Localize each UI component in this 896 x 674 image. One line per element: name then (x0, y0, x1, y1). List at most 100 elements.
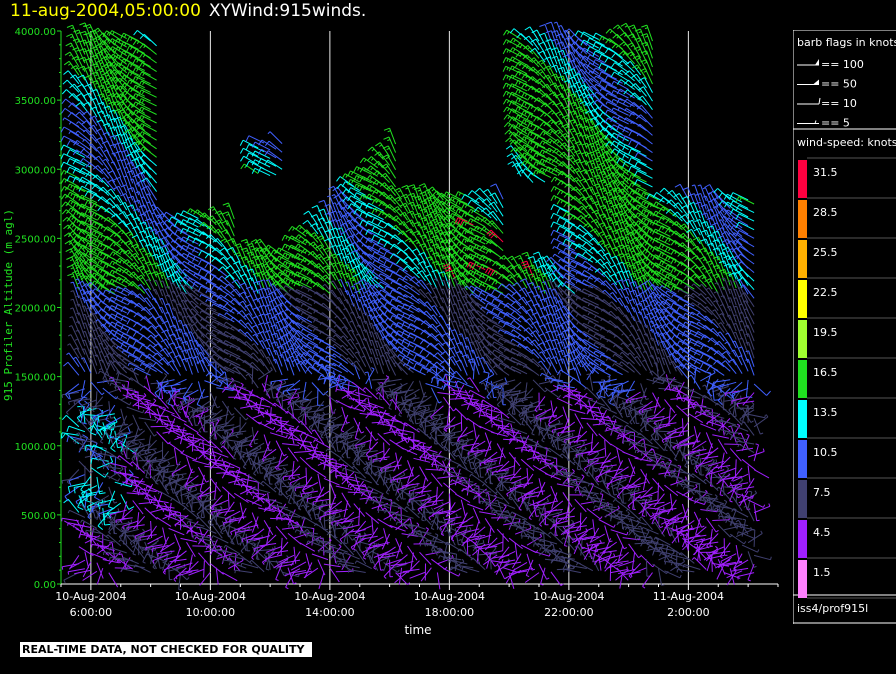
wind-barb (192, 545, 210, 547)
wind-barb (341, 173, 360, 183)
wind-barb (186, 541, 196, 558)
wind-barb (497, 417, 516, 424)
wind-barb (319, 340, 337, 350)
wind-barb (342, 552, 360, 560)
wind-barb (341, 492, 351, 508)
wind-barb (120, 568, 139, 573)
wind-barb (443, 191, 462, 201)
wind-barb (628, 458, 636, 475)
wind-barb (604, 47, 623, 59)
wind-barb (313, 319, 331, 329)
wind-barb (365, 426, 379, 441)
wind-barb (90, 381, 105, 396)
wind-barb (502, 39, 522, 49)
wind-barb (323, 477, 340, 486)
wind-barb (523, 473, 534, 489)
wind-barb (664, 484, 679, 496)
wind-barb (409, 571, 426, 579)
wind-barb (490, 406, 493, 424)
wind-barb (658, 568, 665, 586)
wind-barb (664, 570, 682, 579)
wind-barb (264, 140, 283, 153)
wind-barb (323, 392, 340, 404)
wind-barb (150, 507, 168, 513)
x-tick-label-date: 10-Aug-2004 (533, 590, 604, 603)
wind-barb (605, 357, 623, 367)
wind-barb (293, 450, 312, 453)
wind-barb (63, 571, 80, 584)
y-tick-label: 1000.00 (15, 442, 56, 453)
wind-barb (126, 54, 145, 63)
wind-barb (158, 406, 175, 415)
x-tick-label-time: 22:00:00 (544, 606, 593, 619)
wind-barb (168, 442, 185, 454)
wind-barb (407, 358, 426, 367)
wind-barb (588, 399, 594, 417)
wind-barb (371, 243, 390, 252)
wind-barb (86, 531, 98, 546)
wind-barb (383, 127, 397, 145)
wind-barb (239, 139, 259, 149)
wind-barb (401, 184, 414, 202)
wind-barb (478, 290, 498, 299)
wind-barb (251, 167, 271, 177)
wind-barb (329, 381, 349, 390)
wind-barb (444, 457, 462, 466)
wind-barb (486, 311, 504, 320)
wind-barb (325, 448, 343, 459)
wind-barb (504, 348, 522, 357)
wind-barb (384, 378, 402, 385)
wind-barb (437, 391, 456, 396)
wind-barb (504, 330, 522, 340)
wind-barb (598, 104, 617, 114)
wind-barb (598, 519, 616, 528)
wind-barb (604, 525, 613, 543)
y-tick-label: 500.00 (21, 511, 56, 522)
wind-barb (318, 572, 325, 590)
wind-barb (120, 58, 139, 67)
wind-barb (604, 439, 607, 457)
wind-barb (425, 383, 444, 390)
wind-barb (180, 452, 198, 461)
wind-barb (587, 337, 605, 346)
wind-barb (628, 543, 642, 559)
wind-barb (431, 473, 443, 487)
wind-barb (222, 202, 235, 220)
wind-barb (587, 409, 605, 415)
wind-barb (84, 551, 90, 569)
wind-barb (484, 432, 492, 449)
wind-barb (108, 401, 114, 419)
wind-barb (78, 203, 98, 212)
wind-barb (580, 500, 598, 505)
wind-barb (248, 392, 265, 401)
wind-barb (640, 486, 653, 500)
wind-barb (540, 567, 546, 586)
wind-barb (587, 329, 605, 338)
x-tick-label-time: 18:00:00 (425, 606, 474, 619)
y-tick-label: 4000.00 (15, 27, 56, 38)
y-tick-label: 3500.00 (15, 96, 56, 107)
wind-barb (82, 570, 98, 581)
wind-barb (60, 153, 80, 162)
wind-barb (168, 527, 185, 536)
wind-barb (502, 321, 522, 332)
wind-barb (61, 414, 80, 428)
wind-barb (144, 507, 158, 520)
wind-barb (162, 508, 181, 514)
wind-barb (574, 252, 594, 263)
wind-barb (395, 513, 414, 519)
wind-barb (251, 516, 259, 533)
wind-barb (239, 147, 259, 157)
wind-barb (407, 518, 414, 536)
wind-barb (315, 490, 331, 501)
wind-barb (280, 537, 283, 555)
wind-barb (436, 572, 441, 590)
wind-barb (430, 387, 442, 404)
wind-barb (329, 567, 340, 583)
wind-barb (67, 509, 86, 518)
wind-barb (550, 544, 558, 562)
wind-barb (317, 473, 322, 491)
wind-barb (311, 553, 329, 561)
wind-barb (371, 251, 390, 261)
x-tick-label-time: 14:00:00 (305, 606, 354, 619)
